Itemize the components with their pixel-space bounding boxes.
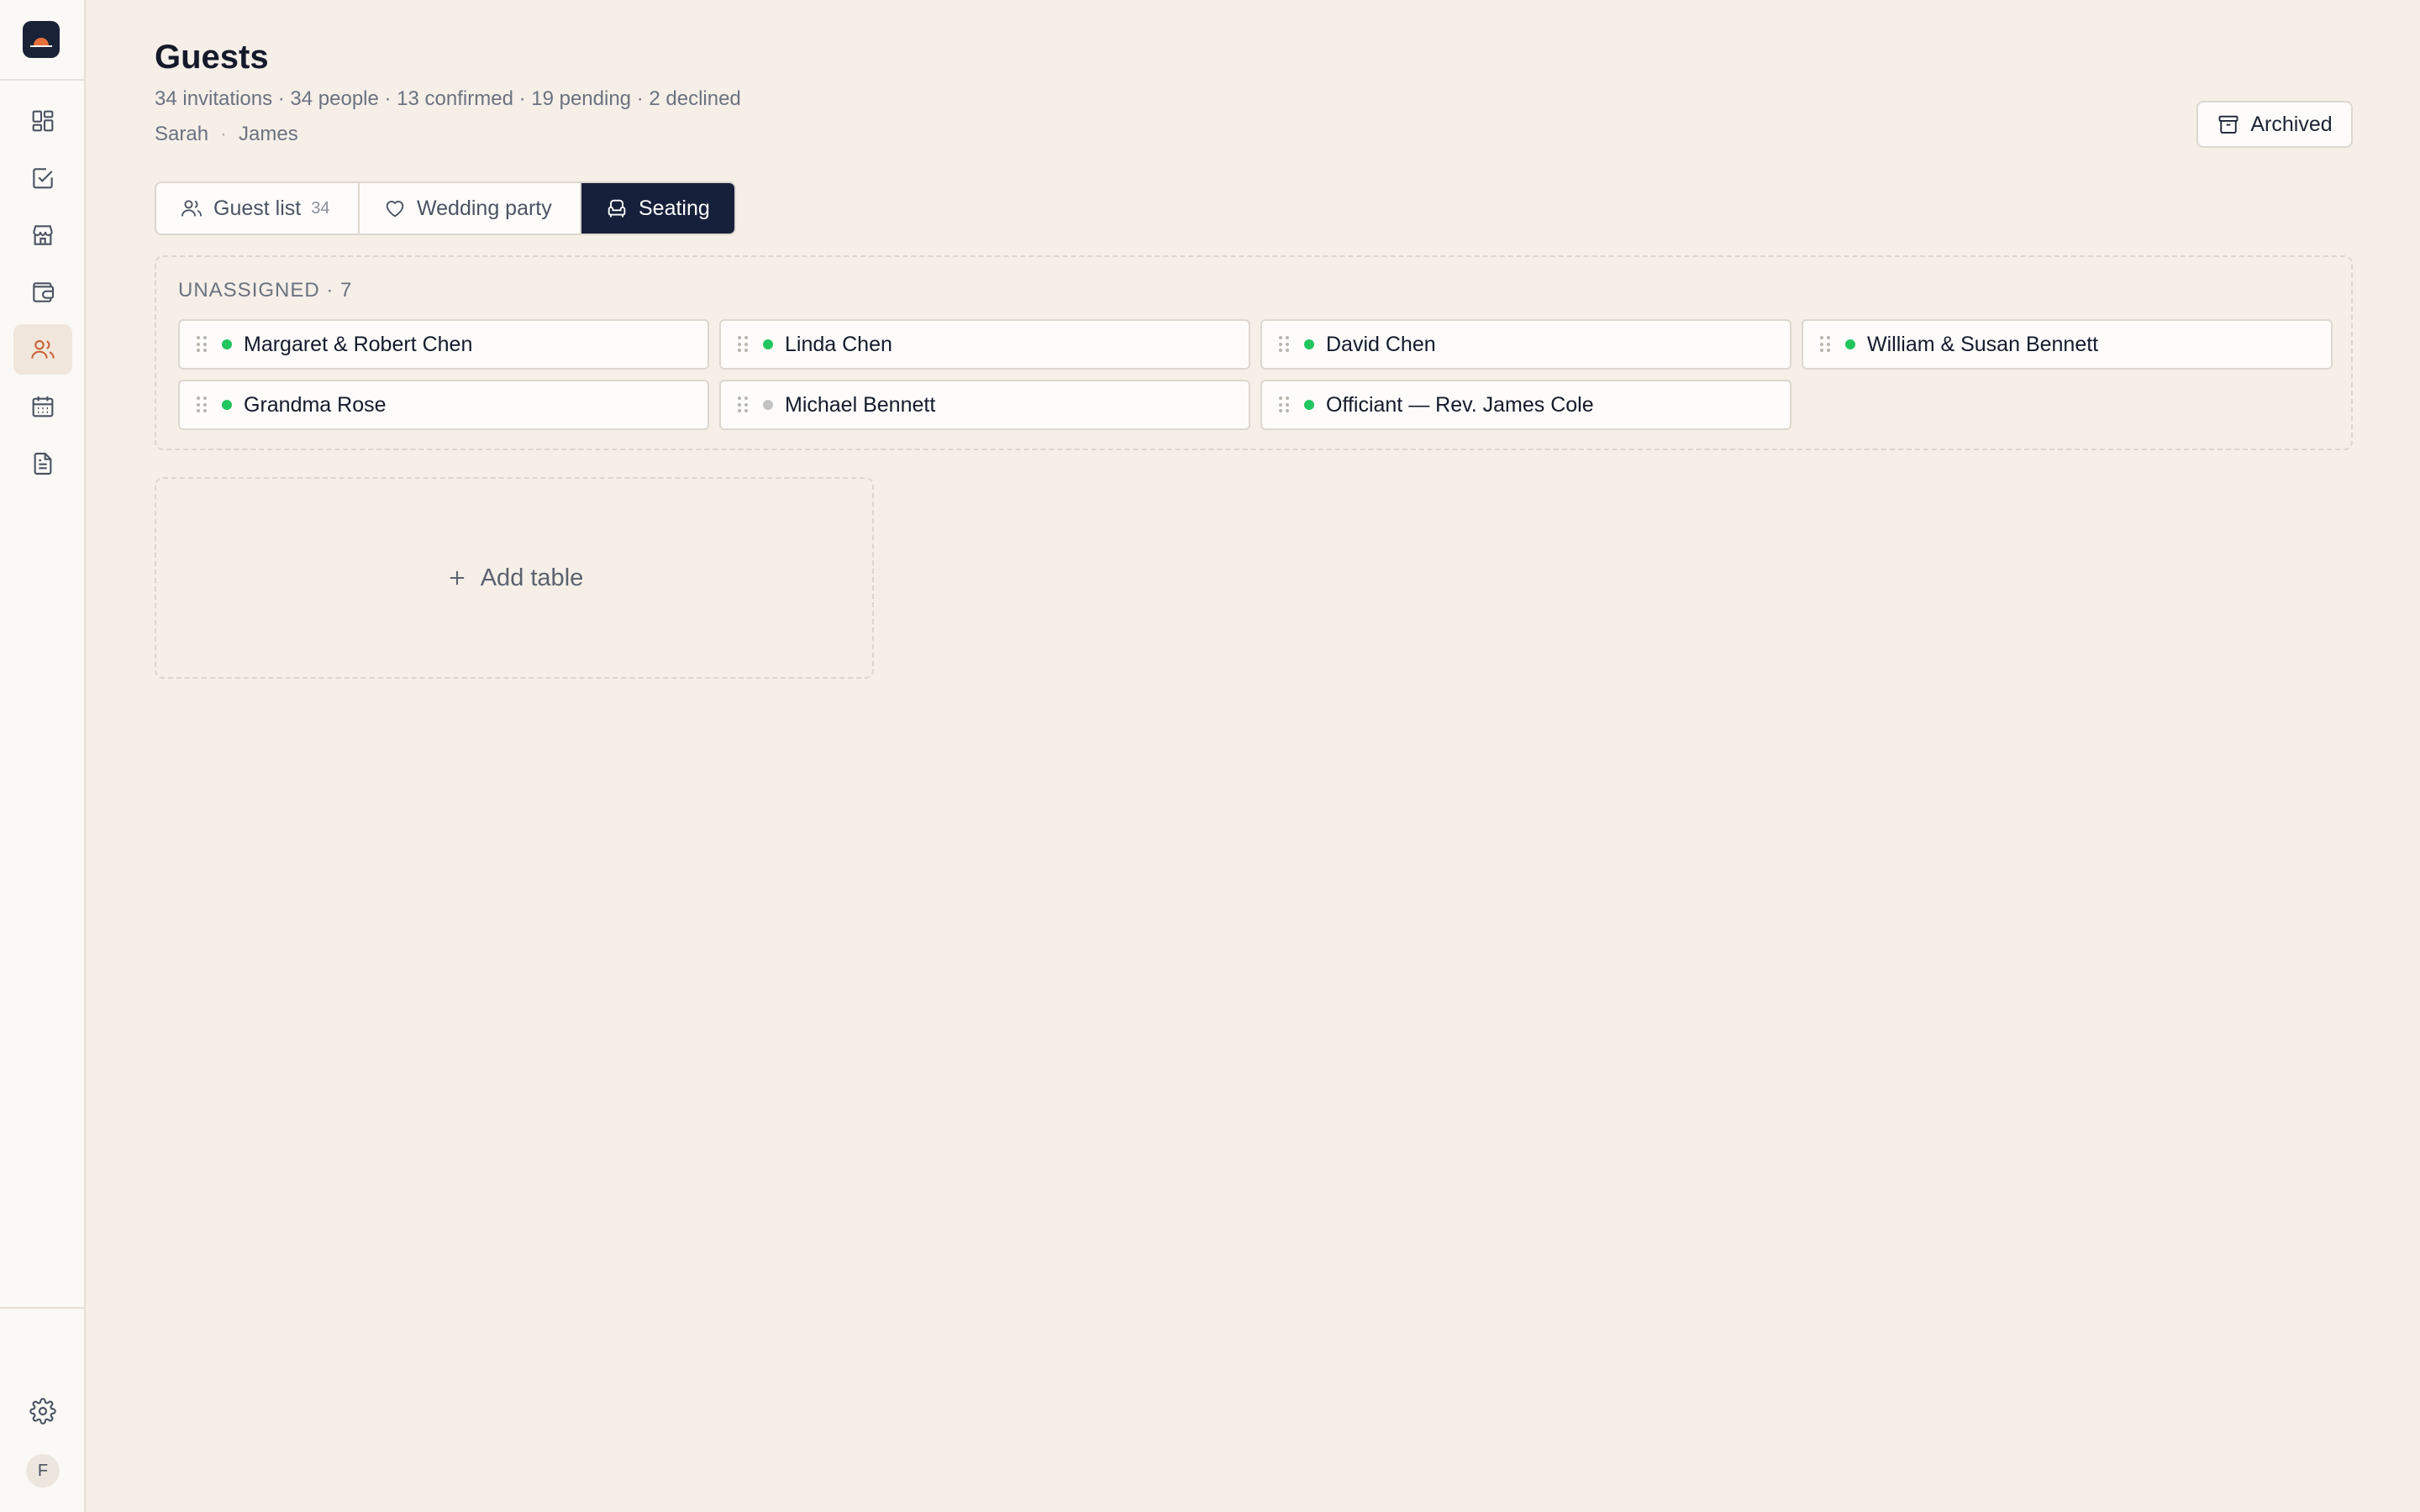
guest-name: Linda Chen <box>785 332 892 356</box>
drag-handle-icon[interactable] <box>738 336 748 353</box>
avatar[interactable]: F <box>26 1454 60 1488</box>
guest-card[interactable]: Linda Chen <box>719 319 1250 370</box>
guest-card[interactable]: Michael Bennett <box>719 380 1250 430</box>
dashboard-icon <box>32 110 54 132</box>
tab-wedding-party-label: Wedding party <box>417 196 552 220</box>
checklist-icon <box>33 168 53 189</box>
drag-handle-icon[interactable] <box>1279 336 1289 353</box>
chair-icon <box>608 199 626 218</box>
calendar-icon <box>32 396 54 417</box>
plus-icon <box>450 570 464 585</box>
unassigned-guest-list: Margaret & Robert Chen Linda Chen David Ch… <box>178 319 2333 430</box>
tab-seating[interactable]: Seating <box>581 183 734 234</box>
separator-dot: · <box>220 123 228 145</box>
add-table-button[interactable]: Add table <box>155 477 874 679</box>
unassigned-heading: UNASSIGNED · 7 <box>178 279 353 302</box>
store-icon <box>33 225 53 245</box>
partner-one-name: Sarah <box>155 123 209 145</box>
guest-card[interactable]: Margaret & Robert Chen <box>178 319 709 370</box>
drag-handle-icon[interactable] <box>1820 336 1830 353</box>
gear-icon <box>29 1398 56 1425</box>
tab-wedding-party[interactable]: Wedding party <box>360 183 581 234</box>
logo-sun-shape <box>34 38 49 45</box>
rsvp-status-dot <box>1304 339 1314 349</box>
users-icon <box>181 200 203 217</box>
guest-name: Margaret & Robert Chen <box>244 332 473 356</box>
sidebar-item-dashboard[interactable] <box>13 96 72 146</box>
rsvp-status-dot <box>222 339 232 349</box>
users-icon <box>31 339 55 359</box>
drag-handle-icon[interactable] <box>738 396 748 413</box>
sidebar: F <box>0 0 86 1512</box>
sidebar-item-guests[interactable] <box>13 324 72 375</box>
drag-handle-icon[interactable] <box>197 336 207 353</box>
add-table-label: Add table <box>480 564 584 591</box>
partner-two-name: James <box>239 123 298 145</box>
drag-handle-icon[interactable] <box>197 396 207 413</box>
sidebar-item-settings[interactable] <box>13 1386 72 1436</box>
sidebar-item-tasks[interactable] <box>13 153 72 203</box>
document-icon <box>34 452 52 475</box>
guest-name: William & Susan Bennett <box>1867 332 2099 356</box>
archive-icon <box>2218 115 2238 134</box>
sidebar-divider-bottom <box>0 1307 84 1309</box>
rsvp-status-dot <box>1304 400 1314 410</box>
tab-guest-list[interactable]: Guest list 34 <box>156 183 360 234</box>
logo-horizon-shape <box>30 45 52 47</box>
guest-card[interactable]: William & Susan Bennett <box>1802 319 2333 370</box>
archived-button[interactable]: Archived <box>2196 101 2353 148</box>
heart-icon <box>386 201 404 218</box>
guest-card[interactable]: David Chen <box>1260 319 1791 370</box>
guest-name: Officiant — Rev. James Cole <box>1326 392 1594 417</box>
tab-guest-list-label: Guest list <box>213 196 302 220</box>
sidebar-item-documents[interactable] <box>13 438 72 489</box>
guest-name: David Chen <box>1326 332 1436 356</box>
archived-label: Archived <box>2250 112 2333 136</box>
tab-guest-list-count: 34 <box>311 198 330 218</box>
couple-names: Sarah · James <box>155 123 298 146</box>
guest-name: Grandma Rose <box>244 392 387 417</box>
view-tabs: Guest list 34 Wedding party Seating <box>155 181 736 235</box>
sidebar-item-vendors[interactable] <box>13 210 72 260</box>
app-logo[interactable] <box>23 21 60 58</box>
guest-card[interactable]: Officiant — Rev. James Cole <box>1260 380 1791 430</box>
rsvp-status-dot <box>763 400 773 410</box>
page-title: Guests <box>155 39 269 76</box>
guest-name: Michael Bennett <box>785 392 936 417</box>
sidebar-item-budget[interactable] <box>13 267 72 318</box>
unassigned-dropzone[interactable]: UNASSIGNED · 7 Margaret & Robert Chen Lin… <box>155 255 2353 450</box>
wallet-icon <box>33 282 55 302</box>
app-root: F Guests 34 invitations · 34 people · 13… <box>0 0 2420 1512</box>
sidebar-item-calendar[interactable] <box>13 381 72 432</box>
rsvp-status-dot <box>763 339 773 349</box>
sidebar-divider-top <box>0 79 84 81</box>
drag-handle-icon[interactable] <box>1279 396 1289 413</box>
guest-stats: 34 invitations · 34 people · 13 confirme… <box>155 87 741 110</box>
rsvp-status-dot <box>222 400 232 410</box>
guest-card[interactable]: Grandma Rose <box>178 380 709 430</box>
tab-seating-label: Seating <box>639 196 710 220</box>
rsvp-status-dot <box>1845 339 1855 349</box>
